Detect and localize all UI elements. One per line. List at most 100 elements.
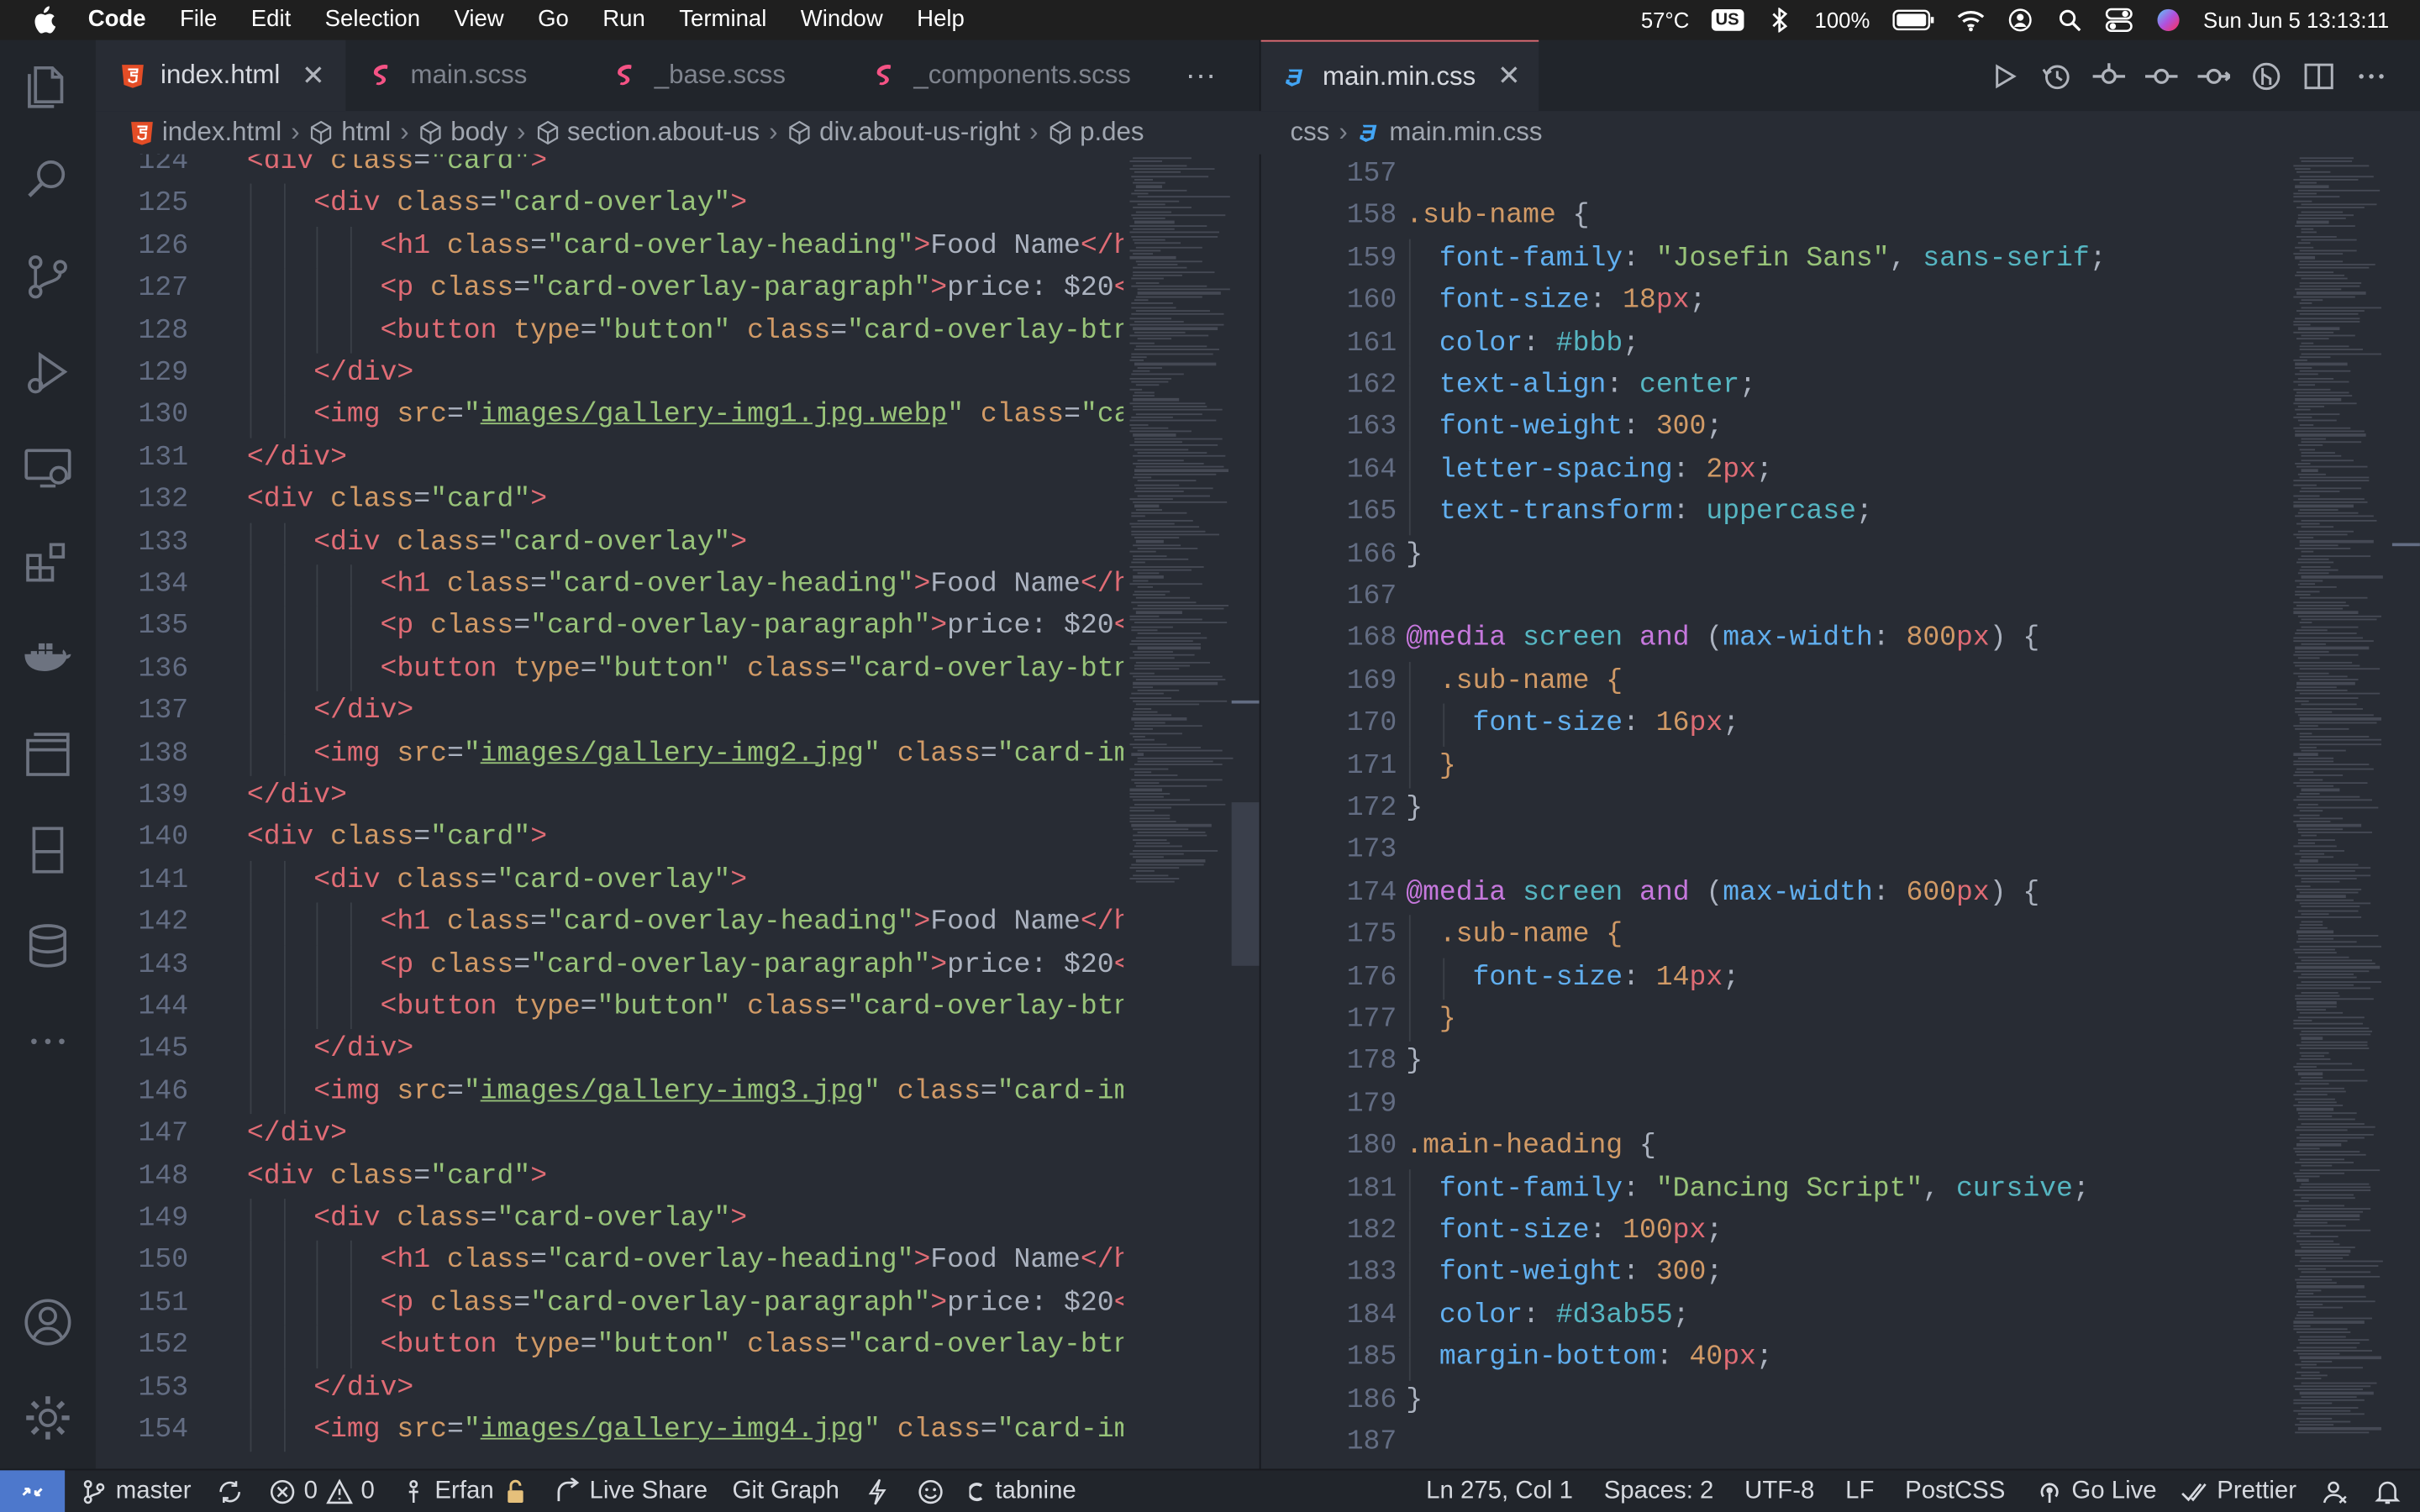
code-line[interactable]: 136 <button type="button" class="card-ove… <box>96 648 1123 692</box>
code-line[interactable]: 186} <box>1261 1380 2285 1422</box>
notifications-bell-icon[interactable] <box>2374 1478 2402 1506</box>
code-line[interactable]: 127 <p class="card-overlay-paragraph">pri… <box>96 268 1123 312</box>
code-line[interactable]: 143 <p class="card-overlay-paragraph">pri… <box>96 945 1123 988</box>
code-line[interactable]: 141 <div class="card-overlay"> <box>96 860 1123 903</box>
menu-file[interactable]: File <box>163 0 234 40</box>
more-icon[interactable] <box>22 1016 74 1068</box>
code-line[interactable]: 134 <h1 class="card-overlay-heading">Food… <box>96 564 1123 607</box>
code-line[interactable]: 138 <img src="images/gallery-img2.jpg" cl… <box>96 733 1123 776</box>
bookmark-icon[interactable] <box>22 824 74 876</box>
settings-icon[interactable] <box>22 1392 74 1444</box>
code-line[interactable]: 157 <box>1261 155 2285 197</box>
code-line[interactable]: 179 <box>1261 1084 2285 1126</box>
code-line[interactable]: 154 <img src="images/gallery-img4.jpg" cl… <box>96 1410 1123 1453</box>
tab-main-min-css[interactable]: main.min.css ✕ <box>1260 39 1539 112</box>
bluetooth-icon[interactable] <box>1765 8 1793 33</box>
code-line[interactable]: 166} <box>1261 535 2285 577</box>
git-graph-button[interactable]: Git Graph <box>732 1478 839 1505</box>
split-editor-icon[interactable] <box>2302 60 2335 92</box>
indentation-status[interactable]: Spaces: 2 <box>1604 1478 1714 1506</box>
run-debug-icon[interactable] <box>22 345 74 397</box>
breadcrumb-item[interactable]: div.about-us-right <box>787 118 1020 149</box>
code-line[interactable]: 169 .sub-name { <box>1261 661 2285 704</box>
explorer-icon[interactable] <box>22 59 74 111</box>
database-icon[interactable] <box>22 920 74 972</box>
menubar-clock[interactable]: Sun Jun 5 13:13:11 <box>2203 8 2389 32</box>
gitlens-icon[interactable] <box>2250 60 2283 92</box>
breadcrumb-item[interactable]: css <box>1290 118 1329 149</box>
html-editor[interactable]: 124 <div class="card"> 125 <div class="card… <box>95 154 1124 1469</box>
code-line[interactable]: 132 <div class="card"> <box>96 480 1123 522</box>
code-line[interactable]: 161 color: #bbb; <box>1261 323 2285 366</box>
scrollbar-thumb[interactable] <box>1231 802 1260 966</box>
code-line[interactable]: 174 @media screen and (max-width: 600px) … <box>1261 873 2285 915</box>
user-status[interactable]: Erfan <box>399 1478 529 1505</box>
code-line[interactable]: 153 </div> <box>96 1368 1123 1410</box>
wifi-icon[interactable] <box>1956 8 1984 32</box>
code-line[interactable]: 163 font-weight: 300; <box>1261 407 2285 450</box>
code-line[interactable]: 147 </div> <box>96 1114 1123 1156</box>
source-control-icon[interactable] <box>22 250 74 302</box>
code-line[interactable]: 146 <img src="images/gallery-img3.jpg" cl… <box>96 1072 1123 1115</box>
breadcrumb-item[interactable]: html <box>309 118 391 149</box>
code-line[interactable]: 175 .sub-name { <box>1261 915 2285 958</box>
code-line[interactable]: 168 @media screen and (max-width: 800px) … <box>1261 619 2285 661</box>
code-line[interactable]: 185 margin-bottom: 40px; <box>1261 1337 2285 1381</box>
control-center-icon[interactable] <box>2105 8 2133 33</box>
git-previous-icon[interactable] <box>2145 60 2178 92</box>
tab-components-scss[interactable]: _components.scss <box>849 40 1166 111</box>
minimap[interactable] <box>1123 155 1260 1469</box>
problems-status[interactable]: 00 <box>268 1478 375 1505</box>
close-icon[interactable]: ✕ <box>302 60 325 92</box>
breadcrumb-item[interactable]: index.html <box>129 118 281 149</box>
code-line[interactable]: 151 <p class="card-overlay-paragraph">pri… <box>96 1283 1123 1326</box>
code-line[interactable]: 172} <box>1261 789 2285 831</box>
code-line[interactable]: 176 font-size: 14px; <box>1261 957 2285 1000</box>
code-line[interactable]: 133 <div class="card-overlay"> <box>96 522 1123 565</box>
accounts-status-icon[interactable] <box>2321 1478 2349 1506</box>
code-line[interactable]: 150 <h1 class="card-overlay-heading">Food… <box>96 1241 1123 1284</box>
menu-go[interactable]: Go <box>521 0 586 40</box>
language-mode[interactable]: PostCSS <box>1905 1478 2005 1506</box>
code-line[interactable]: 160 font-size: 18px; <box>1261 281 2285 323</box>
code-line[interactable]: 180 .main-heading { <box>1261 1126 2285 1168</box>
run-icon[interactable] <box>1988 60 2021 92</box>
tabnine-status[interactable]: tabnine <box>969 1478 1076 1505</box>
code-line[interactable]: 149 <div class="card-overlay"> <box>96 1199 1123 1242</box>
code-line[interactable]: 124 <div class="card"> <box>96 155 1123 185</box>
battery-percent[interactable]: 100% <box>1815 8 1870 32</box>
css-editor[interactable]: 157 158 .sub-name {159 font-family: "Josefi… <box>1259 154 2285 1469</box>
code-line[interactable]: 165 text-transform: uppercase; <box>1261 492 2285 535</box>
extensions-icon[interactable] <box>22 537 74 589</box>
menu-window[interactable]: Window <box>784 0 900 40</box>
code-line[interactable]: 177} <box>1261 1000 2285 1042</box>
menu-app-name[interactable]: Code <box>71 0 162 40</box>
code-line[interactable]: 167 <box>1261 577 2285 619</box>
code-line[interactable]: 140 <div class="card"> <box>96 818 1123 860</box>
code-line[interactable]: 144 <button type="button" class="card-ove… <box>96 987 1123 1030</box>
code-line[interactable]: 152 <button type="button" class="card-ove… <box>96 1326 1123 1368</box>
code-line[interactable]: 158 .sub-name { <box>1261 197 2285 239</box>
timeline-icon[interactable] <box>2040 60 2073 92</box>
code-line[interactable]: 170 font-size: 16px; <box>1261 703 2285 747</box>
git-next-icon[interactable] <box>2197 60 2231 92</box>
apple-logo-icon[interactable] <box>31 6 56 34</box>
code-line[interactable]: 159 font-family: "Josefin Sans", sans-ser… <box>1261 239 2285 281</box>
code-line[interactable]: 129 </div> <box>96 353 1123 396</box>
breadcrumb-item[interactable]: section.about-us <box>534 118 760 149</box>
code-line[interactable]: 164 letter-spacing: 2px; <box>1261 449 2285 493</box>
tab-base-scss[interactable]: _base.scss <box>590 40 850 111</box>
code-line[interactable]: 184 color: #d3ab55; <box>1261 1295 2285 1338</box>
git-commit-icon[interactable] <box>2092 60 2126 92</box>
minimap[interactable] <box>2284 155 2420 1469</box>
code-line[interactable]: 139 </div> <box>96 776 1123 818</box>
menu-help[interactable]: Help <box>900 0 981 40</box>
sync-status[interactable] <box>216 1478 244 1505</box>
go-live-button[interactable]: Go Live <box>2036 1478 2157 1506</box>
more-actions-icon[interactable] <box>2355 60 2388 92</box>
tabs-icon[interactable] <box>22 728 74 780</box>
battery-icon[interactable] <box>1891 8 1934 32</box>
cursor-position[interactable]: Ln 275, Col 1 <box>1426 1478 1573 1506</box>
code-line[interactable]: 131 </div> <box>96 438 1123 480</box>
menu-edit[interactable]: Edit <box>234 0 308 40</box>
